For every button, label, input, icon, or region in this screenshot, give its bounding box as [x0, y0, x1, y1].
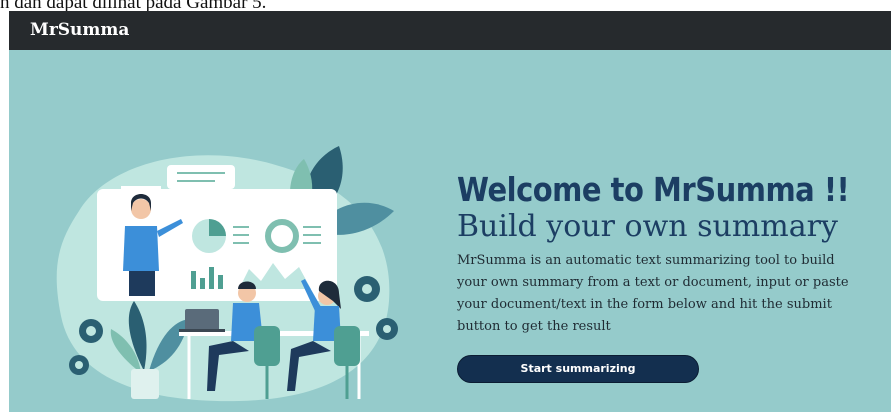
start-summarizing-button[interactable]: Start summarizing [457, 355, 699, 383]
brand-logo[interactable]: MrSumma [30, 20, 129, 40]
laptop-icon [179, 309, 225, 332]
hero-description: MrSumma is an automatic text summarizing… [457, 253, 849, 334]
app-window: MrSumma Welcome to MrSumma !! Build your… [9, 11, 891, 412]
team-collaboration-illustration [56, 146, 398, 402]
navbar: MrSumma [9, 11, 891, 50]
build-summary-heading: Build your own summary [457, 209, 838, 244]
start-summarizing-label: Start summarizing [520, 362, 636, 375]
welcome-heading: Welcome to MrSumma !! [457, 171, 850, 210]
